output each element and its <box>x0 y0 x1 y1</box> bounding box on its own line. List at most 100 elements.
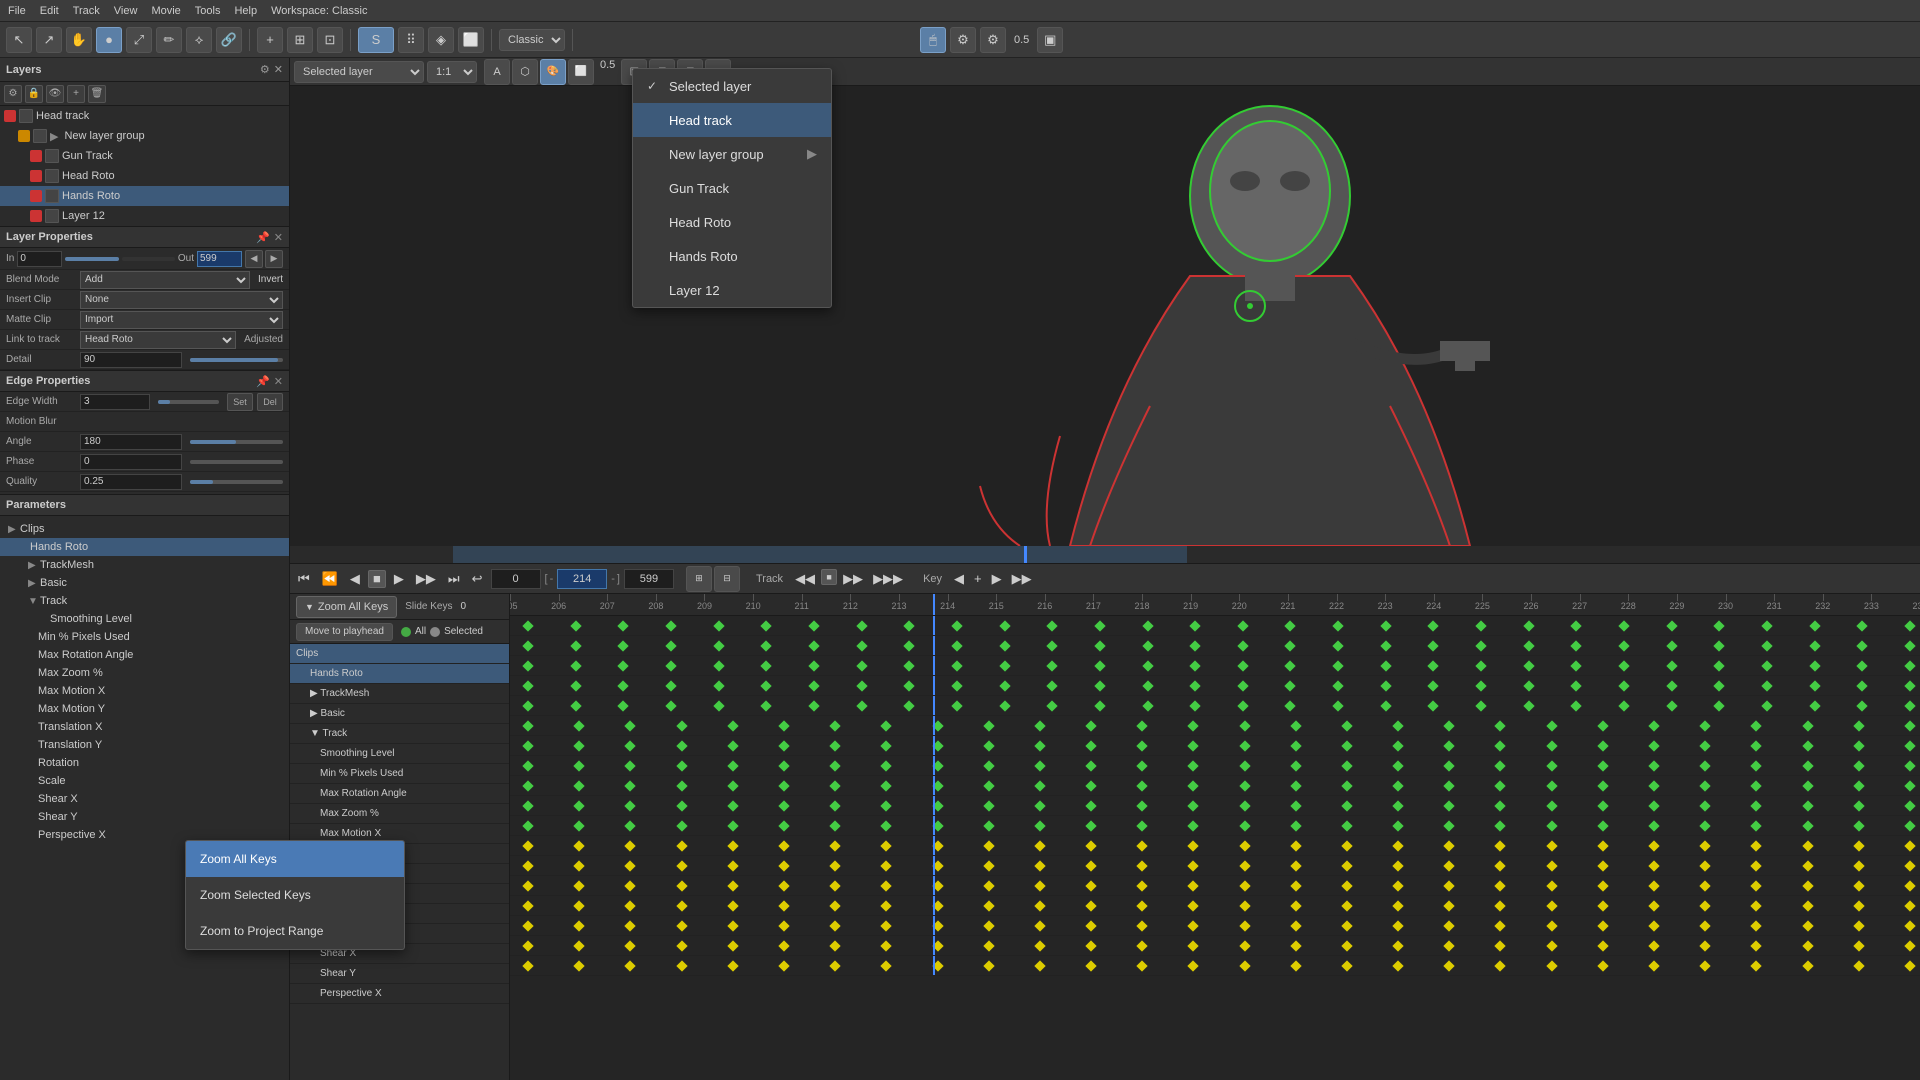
keyframe-diamond[interactable] <box>1034 900 1045 911</box>
keyframe-diamond[interactable] <box>676 900 687 911</box>
keyframe-diamond[interactable] <box>778 720 789 731</box>
keyframe-diamond[interactable] <box>1392 920 1403 931</box>
out-input[interactable] <box>197 251 242 267</box>
transform-tool[interactable]: ⤢ <box>126 27 152 53</box>
tl-row-maxzoom[interactable]: Max Zoom % <box>290 804 509 824</box>
color-picker-btn[interactable]: ⚙ <box>950 27 976 53</box>
keyframe-diamond[interactable] <box>676 880 687 891</box>
keyframe-diamond[interactable] <box>1648 820 1659 831</box>
keyframe-diamond[interactable] <box>522 700 533 711</box>
select-tool[interactable]: ↗ <box>36 27 62 53</box>
keyframe-diamond[interactable] <box>1475 660 1486 671</box>
keyframe-diamond[interactable] <box>574 920 585 931</box>
set-btn[interactable]: Set <box>227 393 253 411</box>
keyframe-diamond[interactable] <box>574 900 585 911</box>
box-tool[interactable]: ⊡ <box>317 27 343 53</box>
keyframe-diamond[interactable] <box>1034 800 1045 811</box>
keyframe-diamond[interactable] <box>625 860 636 871</box>
keyframe-diamond[interactable] <box>1648 800 1659 811</box>
keyframe-diamond[interactable] <box>727 880 738 891</box>
keyframe-diamond[interactable] <box>808 700 819 711</box>
keyframe-diamond[interactable] <box>1546 780 1557 791</box>
keyframe-diamond[interactable] <box>1597 940 1608 951</box>
keyframe-diamond[interactable] <box>676 720 687 731</box>
keyframe-diamond[interactable] <box>1751 940 1762 951</box>
keyframe-diamond[interactable] <box>727 720 738 731</box>
keyframe-diamond[interactable] <box>1341 800 1352 811</box>
keyframe-diamond[interactable] <box>1085 860 1096 871</box>
keyframe-diamond[interactable] <box>570 640 581 651</box>
keyframe-diamond[interactable] <box>1648 940 1659 951</box>
keyframe-diamond[interactable] <box>727 840 738 851</box>
keyframe-diamond[interactable] <box>1188 860 1199 871</box>
keyframe-diamond[interactable] <box>1137 940 1148 951</box>
keyframe-diamond[interactable] <box>1597 800 1608 811</box>
keyframe-diamond[interactable] <box>676 960 687 971</box>
keyframe-diamond[interactable] <box>522 720 533 731</box>
keyframe-diamond[interactable] <box>951 700 962 711</box>
keyframe-diamond[interactable] <box>618 680 629 691</box>
keyframe-diamond[interactable] <box>983 880 994 891</box>
keyframe-diamond[interactable] <box>1239 960 1250 971</box>
keyframe-diamond[interactable] <box>1047 680 1058 691</box>
layer-item-layer12[interactable]: Layer 12 <box>0 206 289 226</box>
keyframe-diamond[interactable] <box>999 680 1010 691</box>
keyframe-diamond[interactable] <box>856 660 867 671</box>
keyframe-diamond[interactable] <box>1857 660 1868 671</box>
keyframe-diamond[interactable] <box>778 840 789 851</box>
keyframe-diamond[interactable] <box>1137 860 1148 871</box>
play-btn[interactable]: ▶ <box>390 569 408 589</box>
keyframe-diamond[interactable] <box>951 640 962 651</box>
keyframe-diamond[interactable] <box>1546 860 1557 871</box>
keyframe-diamond[interactable] <box>574 780 585 791</box>
keyframe-diamond[interactable] <box>1290 920 1301 931</box>
keyframe-diamond[interactable] <box>1085 760 1096 771</box>
keyframe-diamond[interactable] <box>1475 680 1486 691</box>
keyframe-diamond[interactable] <box>1714 700 1725 711</box>
keyframe-diamond[interactable] <box>1380 700 1391 711</box>
keyframe-diamond[interactable] <box>1597 820 1608 831</box>
phase-input[interactable] <box>80 454 182 470</box>
keyframe-diamond[interactable] <box>778 860 789 871</box>
keyframe-diamond[interactable] <box>625 900 636 911</box>
keyframe-diamond[interactable] <box>1341 760 1352 771</box>
keyframe-diamond[interactable] <box>1137 780 1148 791</box>
all-radio[interactable] <box>401 627 411 637</box>
keyframe-diamond[interactable] <box>1495 840 1506 851</box>
keyframe-diamond[interactable] <box>1700 880 1711 891</box>
keyframe-diamond[interactable] <box>1751 800 1762 811</box>
keyframe-diamond[interactable] <box>1904 680 1915 691</box>
keyframe-diamond[interactable] <box>676 760 687 771</box>
keyframe-diamond[interactable] <box>1904 840 1915 851</box>
step-fwd-btn[interactable]: ▶▶ <box>412 569 440 589</box>
keyframe-diamond[interactable] <box>1904 740 1915 751</box>
keyframe-diamond[interactable] <box>727 960 738 971</box>
keyframe-diamond[interactable] <box>1857 680 1868 691</box>
keyframe-diamond[interactable] <box>1428 620 1439 631</box>
keyframe-diamond[interactable] <box>1618 700 1629 711</box>
param-hands-roto[interactable]: Hands Roto <box>0 538 289 556</box>
keyframe-diamond[interactable] <box>1444 720 1455 731</box>
keyframe-diamond[interactable] <box>625 940 636 951</box>
keyframe-diamond[interactable] <box>1751 780 1762 791</box>
layer-props-pin[interactable]: 📌 <box>256 231 270 244</box>
keyframe-diamond[interactable] <box>1700 920 1711 931</box>
keyframe-diamond[interactable] <box>904 640 915 651</box>
keyframe-diamond[interactable] <box>1904 760 1915 771</box>
keyframe-diamond[interactable] <box>570 660 581 671</box>
keyframe-diamond[interactable] <box>1802 860 1813 871</box>
keyframe-diamond[interactable] <box>1392 760 1403 771</box>
blend-mode-dropdown[interactable]: Add <box>80 271 250 289</box>
keyframe-diamond[interactable] <box>1188 800 1199 811</box>
keyframe-diamond[interactable] <box>1751 820 1762 831</box>
insert-clip-dropdown[interactable]: None <box>80 291 283 309</box>
keyframe-diamond[interactable] <box>727 820 738 831</box>
link-tool[interactable]: 🔗 <box>216 27 242 53</box>
keyframe-diamond[interactable] <box>1094 660 1105 671</box>
keyframe-diamond[interactable] <box>1239 760 1250 771</box>
keyframe-diamond[interactable] <box>1904 860 1915 871</box>
keyframe-diamond[interactable] <box>951 660 962 671</box>
keyframe-diamond[interactable] <box>1380 680 1391 691</box>
tl-row-track[interactable]: ▼ Track <box>290 724 509 744</box>
keyframe-diamond[interactable] <box>1597 780 1608 791</box>
